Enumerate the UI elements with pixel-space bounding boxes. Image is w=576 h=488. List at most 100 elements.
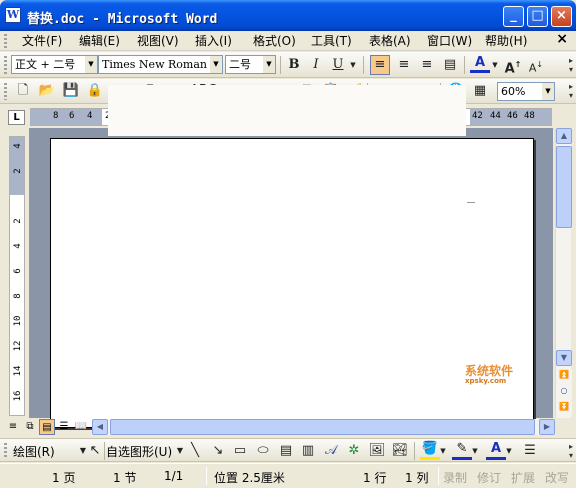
- textbox-button[interactable]: ▤: [276, 441, 296, 461]
- diagram-button[interactable]: ✲: [344, 441, 364, 461]
- chevron-down-icon[interactable]: ▼: [438, 441, 448, 461]
- reading-view-button[interactable]: 📖: [73, 419, 89, 435]
- document-close-button[interactable]: ×: [556, 31, 568, 47]
- vertical-textbox-button[interactable]: ▥: [298, 441, 318, 461]
- font-color-button[interactable]: A: [470, 55, 490, 73]
- font-value: Times New Roman: [102, 58, 207, 71]
- clipart-button[interactable]: 🖼: [367, 441, 387, 461]
- open-button[interactable]: 📂: [37, 81, 57, 101]
- arrow-button[interactable]: ↘: [208, 441, 228, 461]
- print-layout-button[interactable]: ▤: [39, 419, 55, 435]
- chevron-down-icon[interactable]: ▼: [542, 83, 554, 100]
- normal-view-button[interactable]: ≡: [5, 419, 21, 435]
- bold-button[interactable]: B: [284, 55, 304, 75]
- permission-button[interactable]: 🔒: [85, 81, 105, 101]
- align-justify-button[interactable]: ≡: [370, 55, 390, 75]
- menu-window[interactable]: 窗口(W): [427, 33, 472, 50]
- menu-format[interactable]: 格式(O): [253, 33, 296, 50]
- ruler-tick: 4: [13, 243, 23, 249]
- style-combo[interactable]: 正文 + 二号 ▼: [11, 55, 98, 74]
- status-position: 位置 2.5厘米: [214, 471, 285, 485]
- menu-edit[interactable]: 编辑(E): [79, 33, 120, 50]
- scroll-thumb[interactable]: [110, 419, 535, 435]
- outline-view-button[interactable]: ☰: [56, 419, 72, 435]
- oval-button[interactable]: ⬭: [253, 441, 273, 461]
- next-page-button[interactable]: ⏬: [556, 400, 572, 416]
- maximize-button[interactable]: □: [527, 6, 548, 27]
- font-size-combo[interactable]: 二号 ▼: [225, 55, 276, 74]
- font-combo[interactable]: Times New Roman ▼: [98, 55, 223, 74]
- line-style-button[interactable]: ☰: [520, 441, 540, 461]
- select-browse-object-button[interactable]: ○: [556, 384, 572, 400]
- chevron-down-icon[interactable]: ▼: [85, 56, 97, 73]
- menu-help[interactable]: 帮助(H): [485, 33, 527, 50]
- menu-file[interactable]: 文件(F): [22, 33, 62, 50]
- chevron-down-icon[interactable]: ▼: [263, 56, 275, 73]
- grow-font-button[interactable]: A↑: [503, 55, 523, 76]
- menu-table[interactable]: 表格(A): [369, 33, 411, 50]
- fill-color-button[interactable]: 🪣: [420, 441, 440, 460]
- shrink-font-button[interactable]: A↓: [526, 55, 546, 75]
- draw-menu-button[interactable]: 绘图(R): [13, 443, 55, 460]
- align-right-button[interactable]: ≡: [417, 55, 437, 75]
- scroll-left-button[interactable]: ◀: [92, 419, 108, 435]
- close-button[interactable]: ×: [551, 6, 572, 27]
- toolbar-grip[interactable]: [4, 56, 7, 74]
- line-color-button[interactable]: ✎: [452, 441, 472, 460]
- status-record[interactable]: 录制: [443, 469, 467, 486]
- zoom-combo[interactable]: 60% ▼: [497, 82, 555, 101]
- status-track-changes[interactable]: 修订: [477, 469, 501, 486]
- scroll-thumb[interactable]: [556, 146, 572, 228]
- horizontal-scrollbar[interactable]: ◀ ▶: [92, 419, 555, 435]
- status-bar: 1 页 1 节 1/1 位置 2.5厘米 1 行 1 列 录制 修订 扩展 改写: [0, 463, 576, 488]
- vertical-ruler[interactable]: 4 2 2 4 6 8 10 12 14 16: [9, 136, 25, 416]
- menu-view[interactable]: 视图(V): [137, 33, 179, 50]
- document-page[interactable]: [50, 138, 534, 428]
- up-arrow-icon: ↑: [514, 60, 522, 69]
- status-page-of: 1/1: [164, 469, 184, 483]
- insert-table-button[interactable]: ▦: [470, 81, 490, 101]
- line-button[interactable]: ╲: [185, 441, 205, 461]
- web-view-button[interactable]: ⧉: [22, 419, 38, 435]
- chevron-down-icon[interactable]: ▼: [348, 55, 358, 75]
- toolbar-grip[interactable]: [4, 83, 7, 100]
- ruler-tick: 14: [13, 365, 23, 377]
- minimize-button[interactable]: _: [503, 6, 524, 27]
- ruler-tick: 8: [13, 293, 23, 299]
- new-document-button[interactable]: 🗋: [13, 81, 33, 101]
- menu-insert[interactable]: 插入(I): [195, 33, 232, 50]
- toolbar-options-icon[interactable]: ▸ ▾: [569, 442, 573, 460]
- underline-button[interactable]: U: [328, 55, 348, 75]
- chevron-down-icon[interactable]: ▼: [470, 441, 480, 461]
- save-button[interactable]: 💾: [61, 81, 81, 101]
- picture-button[interactable]: 🏞: [390, 441, 410, 461]
- chevron-down-icon[interactable]: ▼: [504, 441, 514, 461]
- chevron-down-icon[interactable]: ▼: [490, 55, 500, 75]
- rectangle-button[interactable]: ▭: [230, 441, 250, 461]
- toolbar-options-icon[interactable]: ▸ ▾: [569, 56, 573, 74]
- align-center-button[interactable]: ≡: [394, 55, 414, 75]
- tab-selector[interactable]: L: [8, 110, 25, 125]
- previous-page-button[interactable]: ⏫: [556, 368, 572, 384]
- wordart-button[interactable]: 𝒜: [321, 441, 341, 461]
- vertical-scrollbar[interactable]: ▲ ▼ ⏫ ○ ⏬: [555, 128, 572, 418]
- scroll-right-button[interactable]: ▶: [539, 419, 555, 435]
- menu-grip[interactable]: [4, 34, 7, 48]
- scroll-down-button[interactable]: ▼: [556, 350, 572, 366]
- italic-button[interactable]: I: [306, 55, 326, 75]
- status-overtype[interactable]: 改写: [545, 469, 569, 486]
- draw-font-color-button[interactable]: A: [486, 441, 506, 460]
- autoshapes-button[interactable]: 自选图形(U): [106, 443, 172, 460]
- scroll-up-button[interactable]: ▲: [556, 128, 572, 144]
- status-extend[interactable]: 扩展: [511, 469, 535, 486]
- toolbar-options-icon[interactable]: ▸ ▾: [569, 82, 573, 100]
- word-app-icon[interactable]: W: [5, 7, 21, 23]
- ruler-tick: 46: [507, 111, 518, 121]
- chevron-down-icon[interactable]: ▼: [210, 56, 222, 73]
- distributed-button[interactable]: ▤: [440, 55, 460, 75]
- select-objects-button[interactable]: ↖: [85, 441, 105, 461]
- toolbar-grip[interactable]: [4, 443, 7, 459]
- dropdown-panel[interactable]: [108, 85, 466, 136]
- status-divider: [438, 467, 439, 485]
- menu-tools[interactable]: 工具(T): [311, 33, 352, 50]
